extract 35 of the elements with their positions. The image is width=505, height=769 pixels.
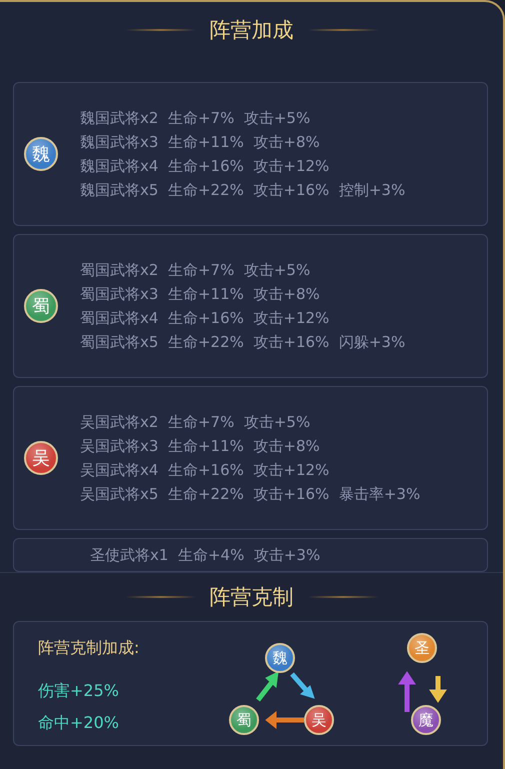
ornament-line	[126, 596, 196, 598]
bonus-line: 魏国武将x5 生命+22% 攻击+16% 控制+3%	[80, 180, 406, 201]
section-title: 阵营克制	[210, 584, 294, 611]
arrow-icon	[429, 676, 447, 703]
panel-title: 阵营加成	[210, 17, 294, 44]
effect-text: 命中+20%	[38, 712, 120, 734]
faction-emblem: 蜀	[24, 289, 58, 323]
faction-emblem: 魏	[265, 643, 295, 673]
ornament-line	[126, 29, 196, 31]
bonus-line: 蜀国武将x2 生命+7% 攻击+5%	[80, 260, 312, 281]
restraint-label: 阵营克制加成:	[38, 638, 140, 659]
faction-emblem: 吴	[304, 705, 334, 735]
bonus-line: 魏国武将x4 生命+16% 攻击+12%	[80, 156, 330, 177]
faction-emblem: 魏	[24, 137, 58, 171]
effect-text: 伤害+25%	[38, 680, 120, 702]
faction-emblem: 蜀	[229, 705, 259, 735]
ornament-line	[308, 29, 378, 31]
faction-emblem: 吴	[24, 441, 58, 475]
arrow-icon	[256, 671, 279, 702]
bonus-line: 圣使武将x1 生命+4% 攻击+3%	[90, 545, 320, 566]
arrow-icon	[265, 710, 304, 730]
bonus-line: 魏国武将x2 生命+7% 攻击+5%	[80, 108, 312, 129]
arrow-icon	[398, 671, 416, 712]
bonus-line: 吴国武将x5 生命+22% 攻击+16% 暴击率+3%	[80, 484, 420, 505]
ornament-line	[308, 596, 378, 598]
bonus-line: 魏国武将x3 生命+11% 攻击+8%	[80, 132, 321, 153]
faction-emblem: 圣	[407, 633, 437, 663]
bonus-line: 蜀国武将x5 生命+22% 攻击+16% 闪躲+3%	[80, 332, 406, 353]
faction-emblem: 魔	[411, 705, 441, 735]
bonus-line: 吴国武将x3 生命+11% 攻击+8%	[80, 436, 321, 457]
bonus-line: 吴国武将x2 生命+7% 攻击+5%	[80, 412, 312, 433]
bonus-line: 吴国武将x4 生命+16% 攻击+12%	[80, 460, 330, 481]
bonus-line: 蜀国武将x3 生命+11% 攻击+8%	[80, 284, 321, 305]
bonus-line: 蜀国武将x4 生命+16% 攻击+12%	[80, 308, 330, 329]
arrow-icon	[290, 672, 315, 699]
